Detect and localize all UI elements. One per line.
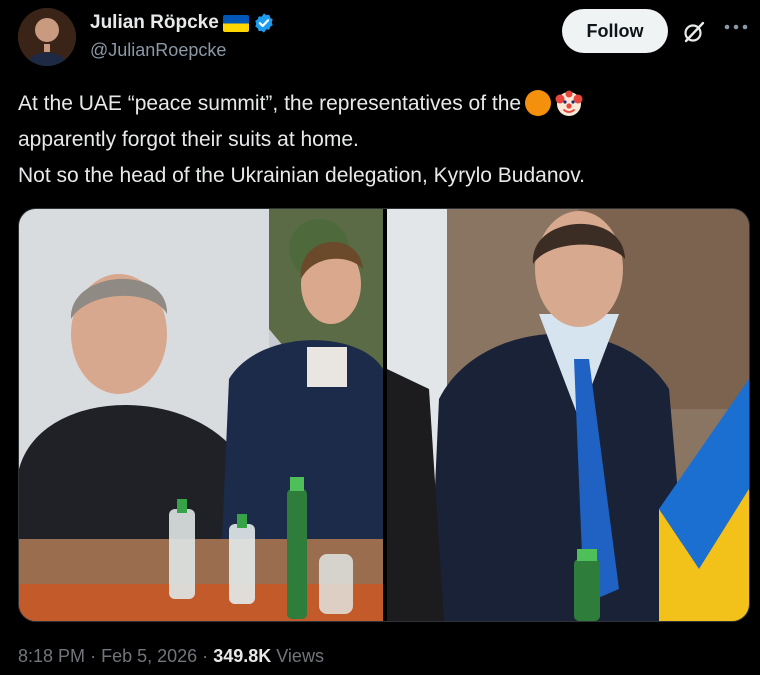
tweet-date[interactable]: Feb 5, 2026 <box>101 646 197 666</box>
orange-circle-emoji <box>524 89 552 117</box>
tweet-text: At the UAE “peace summit”, the represent… <box>18 86 738 194</box>
photo-collage <box>19 209 749 621</box>
tweet-time[interactable]: 8:18 PM <box>18 646 85 666</box>
ukraine-flag-icon <box>222 14 249 32</box>
tweet-line-2: apparently forgot their suits at home. <box>18 128 359 151</box>
tweet-line-1-text: At the UAE “peace summit”, the represent… <box>18 92 522 115</box>
meta-separator-2: · <box>202 646 209 666</box>
tweet-meta: 8:18 PM · Feb 5, 2026 · 349.8K Views <box>18 646 324 667</box>
avatar[interactable] <box>18 8 76 66</box>
author-name-row[interactable]: Julian Röpcke <box>90 12 275 34</box>
verified-badge-icon[interactable] <box>253 12 275 34</box>
tweet-photo[interactable] <box>18 208 750 622</box>
display-name[interactable]: Julian Röpcke <box>90 12 219 34</box>
tweet-line-3: Not so the head of the Ukrainian delegat… <box>18 164 585 187</box>
tweet-line-1: At the UAE “peace summit”, the represent… <box>18 86 738 122</box>
tweet: Julian Röpcke @JulianRoepcke Follow At t… <box>0 0 760 675</box>
views-count: 349.8K <box>213 646 272 666</box>
clown-face-emoji <box>555 89 583 117</box>
meta-separator-1: · <box>90 646 97 666</box>
author-handle[interactable]: @JulianRoepcke <box>90 40 226 61</box>
views-label: Views <box>276 646 324 666</box>
grok-icon[interactable] <box>682 20 706 44</box>
follow-button[interactable]: Follow <box>562 9 668 53</box>
right-person <box>429 333 689 621</box>
more-options-icon[interactable] <box>722 20 750 34</box>
